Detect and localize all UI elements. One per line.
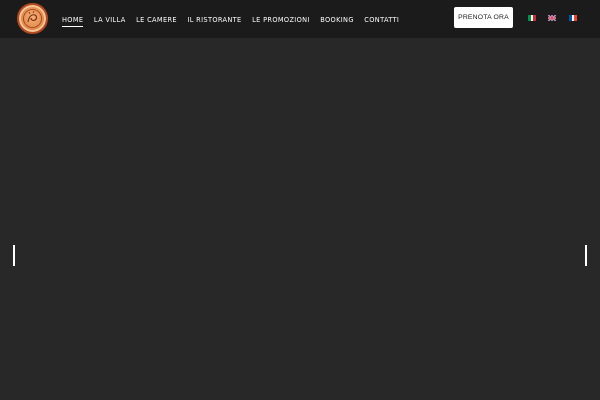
french-flag-icon[interactable] bbox=[569, 15, 578, 21]
hero-slider bbox=[0, 38, 600, 400]
nav-item-le-camere[interactable]: LE CAMERE bbox=[136, 15, 177, 25]
main-nav: HOME LA VILLA LE CAMERE IL RISTORANTE LE… bbox=[62, 14, 410, 27]
slider-prev-icon[interactable] bbox=[13, 245, 15, 266]
italian-flag-icon[interactable] bbox=[528, 15, 537, 21]
nav-item-le-promozioni[interactable]: LE PROMOZIONI bbox=[252, 15, 310, 25]
site-header: HOME LA VILLA LE CAMERE IL RISTORANTE LE… bbox=[0, 0, 600, 38]
nav-item-booking[interactable]: BOOKING bbox=[320, 15, 354, 25]
nav-item-contatti[interactable]: CONTATTI bbox=[364, 15, 399, 25]
book-now-button[interactable]: PRENOTA ORA bbox=[454, 7, 513, 28]
nav-item-il-ristorante[interactable]: IL RISTORANTE bbox=[187, 15, 241, 25]
nav-item-la-villa[interactable]: LA VILLA bbox=[94, 15, 126, 25]
uk-flag-icon[interactable] bbox=[548, 15, 556, 21]
nav-item-home[interactable]: HOME bbox=[62, 15, 84, 27]
slider-next-icon[interactable] bbox=[585, 245, 587, 266]
villa-logo-icon[interactable] bbox=[17, 3, 48, 34]
